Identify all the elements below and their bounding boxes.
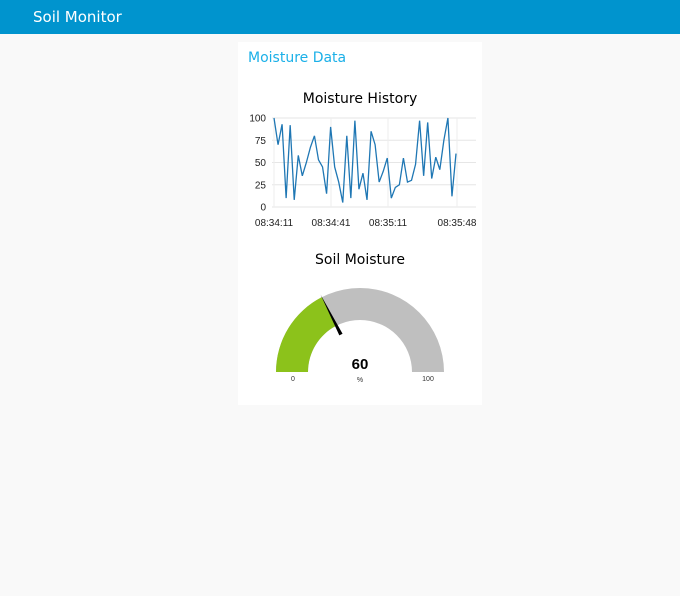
gauge-value: 60 (352, 356, 369, 373)
y-tick-label: 0 (260, 203, 266, 214)
group-title: Moisture Data (248, 50, 347, 66)
gauge-min-label: 0 (291, 376, 295, 383)
y-tick-label: 50 (255, 158, 267, 169)
history-chart-title: Moisture History (302, 91, 418, 107)
gauge-max-label: 100 (422, 376, 434, 383)
soil-moisture-gauge: 60 % 0 100 (276, 288, 444, 384)
y-tick-label: 25 (255, 180, 267, 191)
x-tick-label: 08:35:48 (438, 218, 477, 229)
x-tick-label: 08:34:11 (255, 218, 294, 229)
y-tick-label: 75 (255, 136, 267, 147)
series-line (273, 117, 457, 203)
x-tick-label: 08:34:41 (312, 218, 351, 229)
y-axis-ticks: 100 75 50 25 0 (249, 114, 266, 214)
gauge-title: Soil Moisture (315, 252, 405, 268)
moisture-history-chart: 100 75 50 25 0 08:34:11 08:34:41 08:35:11 08:35… (249, 114, 477, 230)
x-tick-label: 08:35:11 (369, 218, 408, 229)
y-tick-label: 100 (249, 114, 266, 125)
gauge-unit: % (357, 377, 363, 384)
app-title: Soil Monitor (33, 8, 122, 26)
moisture-data-group: Moisture Data Moisture History 100 75 50 25… (238, 42, 482, 405)
toolbar: Soil Monitor (0, 0, 680, 34)
x-axis-ticks: 08:34:11 08:34:41 08:35:11 08:35:48 (255, 218, 477, 229)
